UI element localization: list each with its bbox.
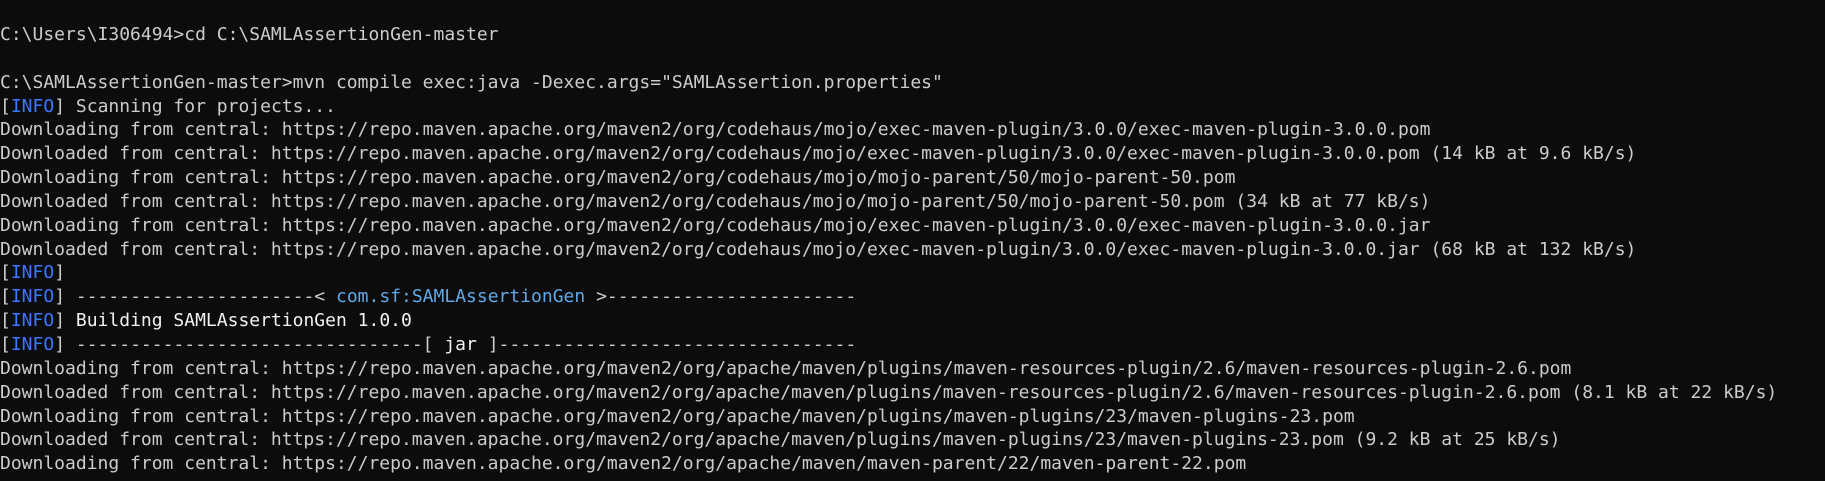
info-tag: INFO bbox=[10, 333, 55, 355]
building-text: Building SAMLAssertionGen 1.0.0 bbox=[65, 310, 412, 332]
info-line-artifact-separator: [INFO] ----------------------< com.sf:SA… bbox=[0, 286, 857, 308]
prompt-path: C:\SAMLAssertionGen-master> bbox=[0, 71, 293, 93]
info-tag: INFO bbox=[10, 310, 55, 332]
log-line: Downloaded from central: https://repo.ma… bbox=[0, 429, 1561, 451]
info-tag: INFO bbox=[10, 95, 55, 117]
log-line: Downloaded from central: https://repo.ma… bbox=[0, 381, 1778, 403]
log-line: Downloading from central: https://repo.m… bbox=[0, 405, 1355, 427]
info-line-scanning: [INFO] Scanning for projects... bbox=[0, 95, 336, 117]
artifact-id: com.sf:SAMLAssertionGen bbox=[335, 286, 586, 308]
log-line: Downloading from central: https://repo.m… bbox=[0, 167, 1236, 189]
log-line: Downloading from central: https://repo.m… bbox=[0, 119, 1431, 141]
info-line-empty: [INFO] bbox=[0, 262, 66, 284]
log-line: Downloaded from central: https://repo.ma… bbox=[0, 190, 1431, 212]
info-tag: INFO bbox=[10, 286, 55, 308]
terminal-window[interactable]: C:\Users\I306494>cd C:\SAMLAssertionGen-… bbox=[0, 0, 1825, 481]
separator-left: ----------------------< bbox=[65, 286, 336, 308]
log-line: Downloading from central: https://repo.m… bbox=[0, 357, 1572, 379]
log-line: Downloading from central: https://repo.m… bbox=[0, 453, 1247, 475]
log-text: Scanning for projects... bbox=[75, 95, 336, 117]
info-line-packaging-separator: [INFO] --------------------------------[… bbox=[0, 333, 857, 355]
separator-left: --------------------------------[ bbox=[65, 333, 445, 355]
prompt-line-mvn: C:\SAMLAssertionGen-master>mvn compile e… bbox=[0, 71, 1825, 95]
log-line: Downloaded from central: https://repo.ma… bbox=[0, 238, 1637, 260]
separator-right: >----------------------- bbox=[585, 286, 857, 308]
command-text: cd C:\SAMLAssertionGen-master bbox=[184, 24, 499, 45]
log-line: Downloaded from central: https://repo.ma… bbox=[0, 143, 1637, 165]
separator-right: ]--------------------------------- bbox=[476, 333, 857, 355]
command-text: mvn compile exec:java -Dexec.args="SAMLA… bbox=[292, 71, 943, 93]
info-tag: INFO bbox=[10, 262, 55, 284]
packaging-type: jar bbox=[444, 333, 477, 355]
log-line: Downloading from central: https://repo.m… bbox=[0, 214, 1431, 236]
prompt-line-cd: C:\Users\I306494>cd C:\SAMLAssertionGen-… bbox=[0, 23, 1825, 47]
prompt-path: C:\Users\I306494> bbox=[0, 24, 185, 45]
info-line-building: [INFO] Building SAMLAssertionGen 1.0.0 bbox=[0, 310, 412, 332]
